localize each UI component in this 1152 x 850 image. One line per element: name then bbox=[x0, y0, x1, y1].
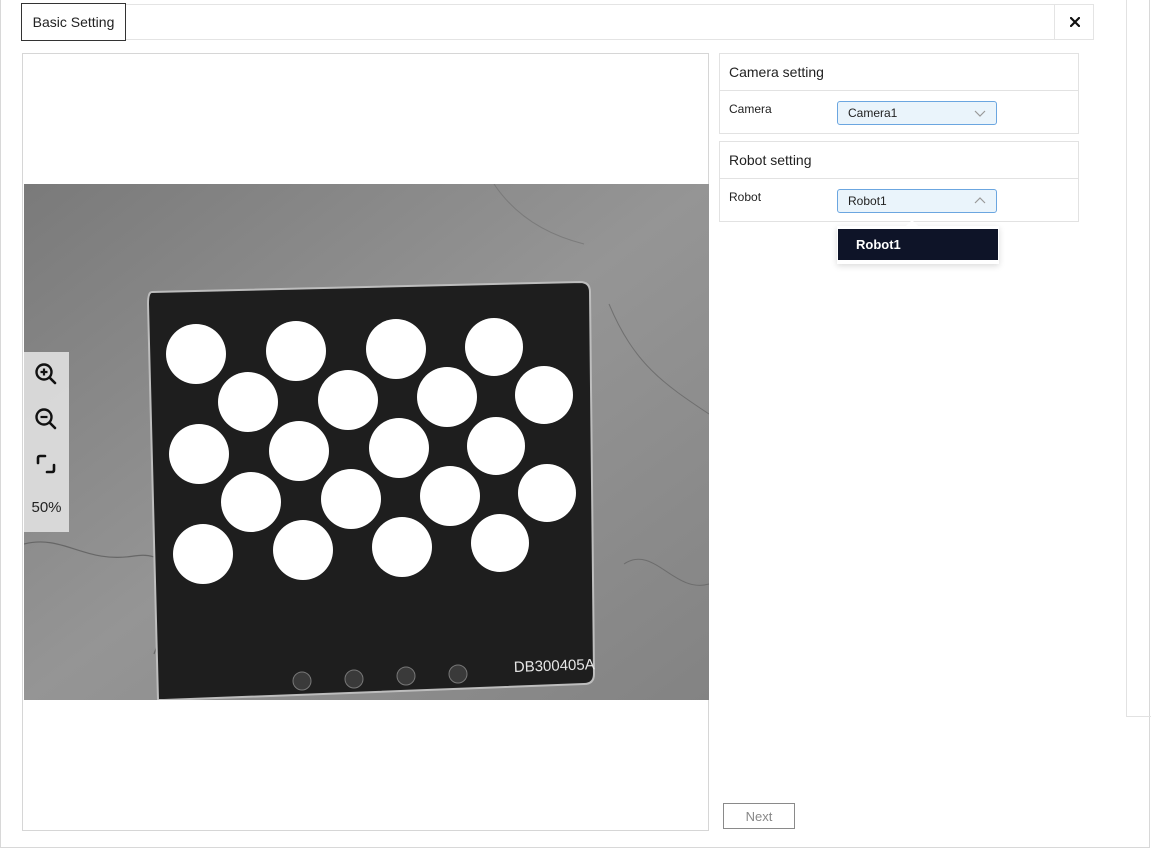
next-button-label: Next bbox=[745, 808, 773, 824]
robot-setting-title: Robot setting bbox=[720, 142, 1078, 179]
robot-dropdown-menu: Robot1 bbox=[837, 220, 999, 264]
zoom-in-button[interactable] bbox=[34, 362, 58, 386]
robot-select-value: Robot1 bbox=[848, 194, 887, 208]
chevron-up-icon bbox=[974, 197, 986, 204]
tab-label: Basic Setting bbox=[32, 14, 115, 30]
board-label: DB300405A bbox=[514, 656, 595, 676]
camera-image: DB300405A bbox=[24, 184, 709, 700]
camera-select-value: Camera1 bbox=[848, 106, 898, 120]
zoom-in-icon bbox=[35, 363, 57, 385]
dropdown-option-label: Robot1 bbox=[856, 237, 901, 252]
dropdown-pointer bbox=[906, 220, 918, 226]
tab-basic-setting[interactable]: Basic Setting bbox=[21, 3, 126, 41]
camera-field-label: Camera bbox=[729, 102, 772, 116]
robot-select[interactable]: Robot1 bbox=[837, 189, 997, 213]
camera-setting-card: Camera setting Camera Camera1 bbox=[719, 53, 1079, 134]
zoom-toolbar: 50% bbox=[24, 352, 69, 532]
robot-setting-card: Robot setting Robot Robot1 bbox=[719, 141, 1079, 222]
zoom-level: 50% bbox=[31, 499, 62, 516]
tab-bar bbox=[21, 4, 1094, 40]
camera-setting-title: Camera setting bbox=[720, 54, 1078, 91]
close-button[interactable] bbox=[1054, 4, 1094, 40]
zoom-out-icon bbox=[35, 408, 57, 430]
fit-screen-button[interactable] bbox=[34, 452, 58, 476]
fit-screen-icon bbox=[36, 454, 56, 474]
image-viewer: DB300405A 50% bbox=[22, 53, 709, 831]
dropdown-option-robot1[interactable]: Robot1 bbox=[838, 229, 998, 260]
next-button[interactable]: Next bbox=[723, 803, 795, 829]
close-icon bbox=[1069, 17, 1080, 27]
robot-field-label: Robot bbox=[729, 190, 762, 204]
zoom-out-button[interactable] bbox=[34, 407, 58, 431]
camera-select[interactable]: Camera1 bbox=[837, 101, 997, 125]
side-panel-edge bbox=[1126, 0, 1151, 717]
chevron-down-icon bbox=[974, 110, 986, 117]
